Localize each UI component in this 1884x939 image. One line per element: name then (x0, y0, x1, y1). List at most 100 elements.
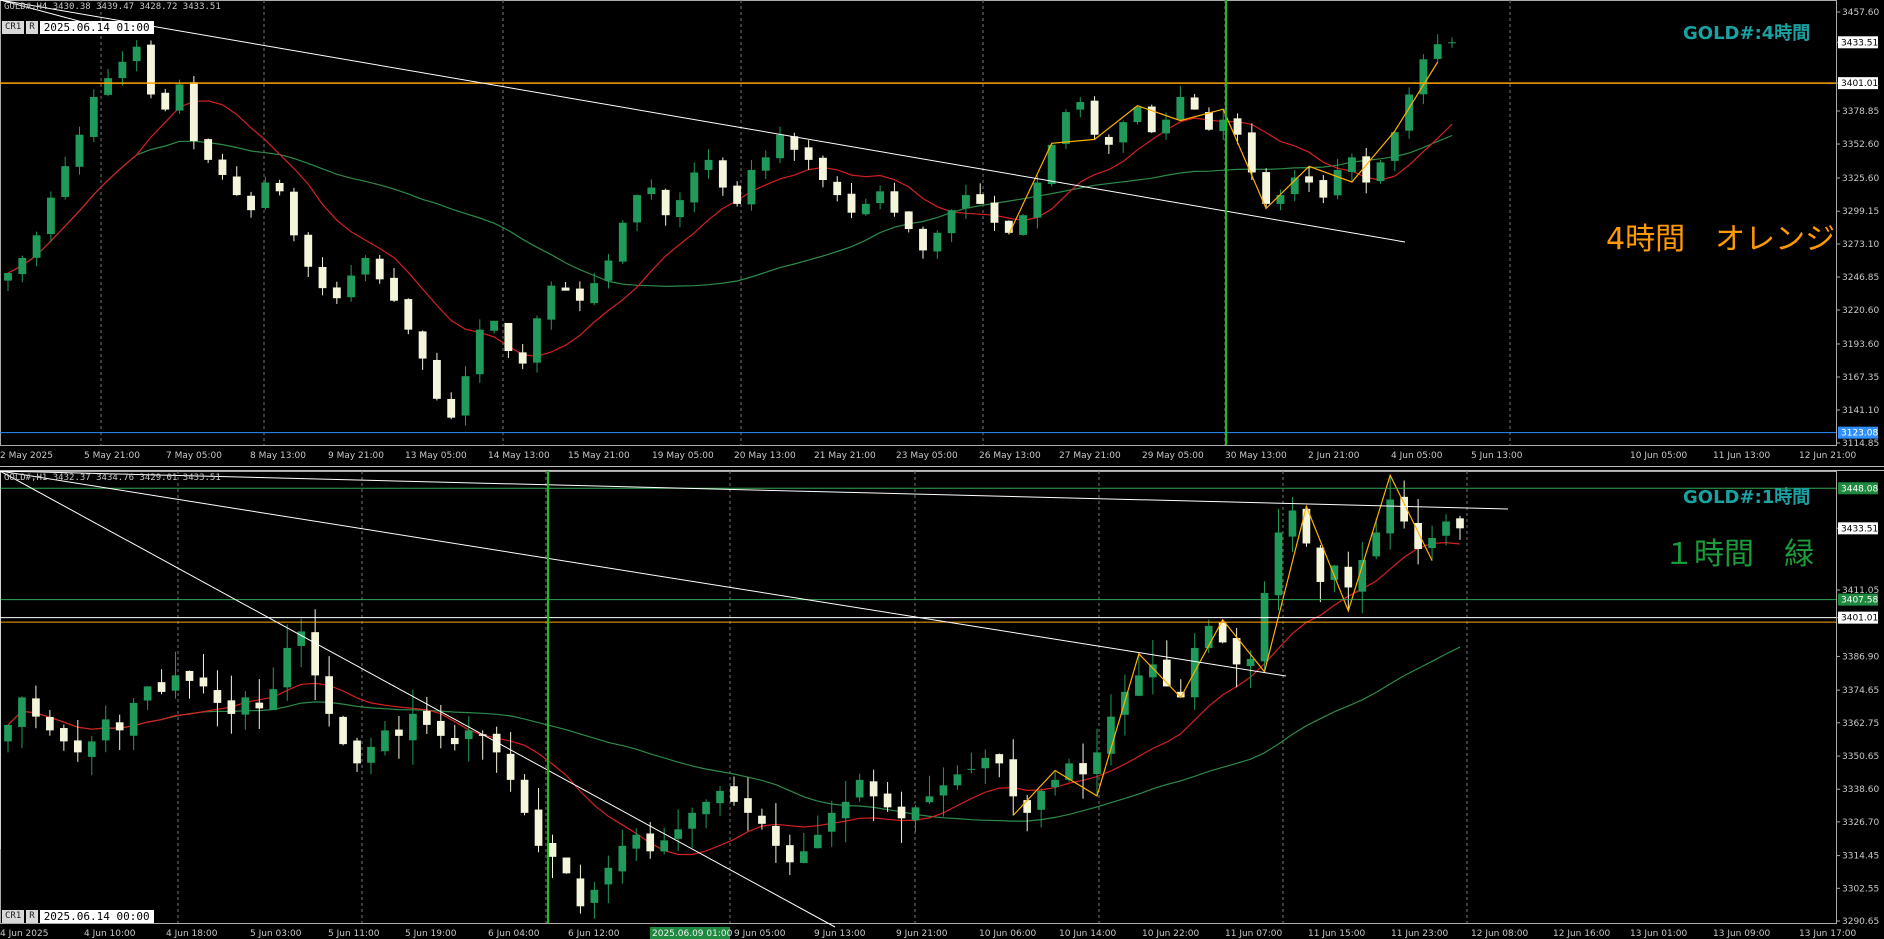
candle-body (1260, 592, 1269, 662)
candle-body (381, 730, 389, 752)
candle-body (161, 92, 170, 110)
candle-body (1330, 565, 1339, 580)
candle-body (776, 134, 784, 159)
candle-body (318, 266, 327, 289)
candle-body (269, 689, 278, 711)
candle-body (890, 191, 899, 213)
candle-body (841, 801, 850, 819)
x-tick-label: 15 May 21:00 (568, 451, 630, 461)
candle-body (976, 194, 985, 204)
x-tick-label: 6 Jun 04:00 (488, 929, 540, 939)
candle-body (646, 833, 655, 852)
candle-body (847, 193, 856, 213)
h1-note-label: １時間 緑 (1664, 537, 1814, 572)
h1-chart-header: GOLD#,H1 3432.37 3434.76 3429.01 3433.51 (4, 473, 221, 483)
h4-chart-canvas[interactable]: 3457.60 3433.51 3401.01 3378.85 3352.60 3325.… (0, 0, 1884, 466)
candle-body (562, 857, 571, 874)
candle-body (575, 288, 584, 301)
x-tick-label: 26 May 13:00 (979, 451, 1041, 461)
candle-body (1333, 169, 1342, 196)
candle-body (1119, 122, 1128, 143)
h4-chart-pane[interactable]: 3457.60 3433.51 3401.01 3378.85 3352.60 3325.… (0, 0, 1884, 466)
candle-body (367, 746, 375, 763)
x-tick-label: 8 May 13:00 (250, 451, 306, 461)
candle-body (353, 740, 361, 764)
candle-body (618, 845, 627, 872)
candle-body (1009, 759, 1018, 797)
candle-body (1135, 675, 1143, 696)
candle-body (1079, 763, 1087, 775)
price-label: 3407.58 (1841, 596, 1878, 606)
y-tick-label: 3378.85 (1842, 107, 1879, 117)
x-tick-label: 21 May 21:00 (814, 451, 876, 461)
h1-chart-pane[interactable]: 3433.513411.053401.013386.903374.653362.… (0, 471, 1884, 939)
zigzag-line (1012, 473, 1433, 816)
candle-body (332, 287, 341, 299)
candle-body (827, 812, 836, 832)
cursor-time-label: 2025.06.09 01:00 (652, 929, 733, 939)
candle-body (18, 697, 26, 727)
candle-body (32, 235, 41, 258)
y-tick-label: 3338.60 (1842, 785, 1879, 795)
candle-body (1090, 100, 1099, 135)
x-tick-label: 13 May 05:00 (405, 451, 467, 461)
trendline[interactable] (0, 0, 1406, 243)
x-tick-label: 13 Jun 01:00 (1630, 929, 1687, 939)
candle-body (676, 200, 684, 218)
candle-body (132, 46, 141, 62)
y-tick-label: 3386.90 (1842, 652, 1879, 662)
candle-body (1019, 215, 1028, 235)
h4-chart-title: GOLD#:4時間 (1683, 23, 1811, 44)
h1-chart-canvas[interactable]: 3433.513411.053401.013386.903374.653362.… (0, 471, 1884, 939)
candle-body (1376, 162, 1385, 182)
candle-body (861, 203, 870, 215)
trendline[interactable] (0, 471, 1509, 510)
candle-body (129, 702, 138, 736)
x-tick-label: 4 Jun 18:00 (166, 929, 218, 939)
candle-body (275, 182, 284, 192)
x-tick-label: 11 Jun 23:00 (1391, 929, 1448, 939)
trendline[interactable] (0, 471, 836, 928)
candle-body (747, 169, 756, 205)
candle-body (604, 867, 613, 885)
x-tick-label: 29 May 05:00 (1142, 451, 1204, 461)
candle-body (688, 812, 696, 829)
x-tick-label: 7 May 05:00 (166, 451, 222, 461)
y-tick-label: 3273.10 (1842, 240, 1879, 250)
candle-body (1190, 97, 1199, 110)
candle-body (506, 753, 515, 780)
x-tick-label: 20 May 13:00 (734, 451, 796, 461)
candle-body (1093, 752, 1101, 775)
candle-body (1442, 521, 1450, 536)
h1-cr1-button[interactable]: CR1 (2, 909, 25, 923)
y-tick-label: 3167.35 (1842, 373, 1879, 383)
x-tick-label: 10 Jun 06:00 (979, 929, 1036, 939)
candle-body (869, 781, 878, 797)
candle-body (520, 779, 529, 813)
candle-body (87, 741, 96, 757)
y-tick-label: 3220.60 (1842, 306, 1879, 316)
h4-cr1-button[interactable]: CR1 (2, 20, 25, 34)
trendline[interactable] (0, 471, 1287, 677)
candle-body (855, 779, 864, 798)
candle-body (590, 889, 599, 903)
candle-body (4, 273, 12, 281)
h1-period-box: CR1 R 2025.06.14 00:00 (2, 909, 154, 923)
x-tick-label: 10 Jun 05:00 (1630, 451, 1687, 461)
x-tick-label: 2 Jun 21:00 (1308, 451, 1360, 461)
candle-body (339, 716, 347, 745)
h4-r-button[interactable]: R (26, 20, 38, 34)
candle-body (218, 159, 227, 175)
candle-body (247, 195, 255, 211)
h1-r-button[interactable]: R (26, 909, 38, 923)
candle-body (547, 285, 556, 320)
candle-body (1316, 547, 1325, 582)
price-label: 3433.51 (1841, 524, 1878, 534)
candle-body (361, 257, 370, 275)
candle-body (1247, 132, 1256, 173)
candle-body (432, 359, 441, 399)
candle-body (1428, 537, 1436, 549)
x-tick-label: 30 May 13:00 (1225, 451, 1287, 461)
h4-period-box: CR1 R 2025.06.14 01:00 (2, 20, 154, 34)
candle-body (423, 710, 431, 725)
